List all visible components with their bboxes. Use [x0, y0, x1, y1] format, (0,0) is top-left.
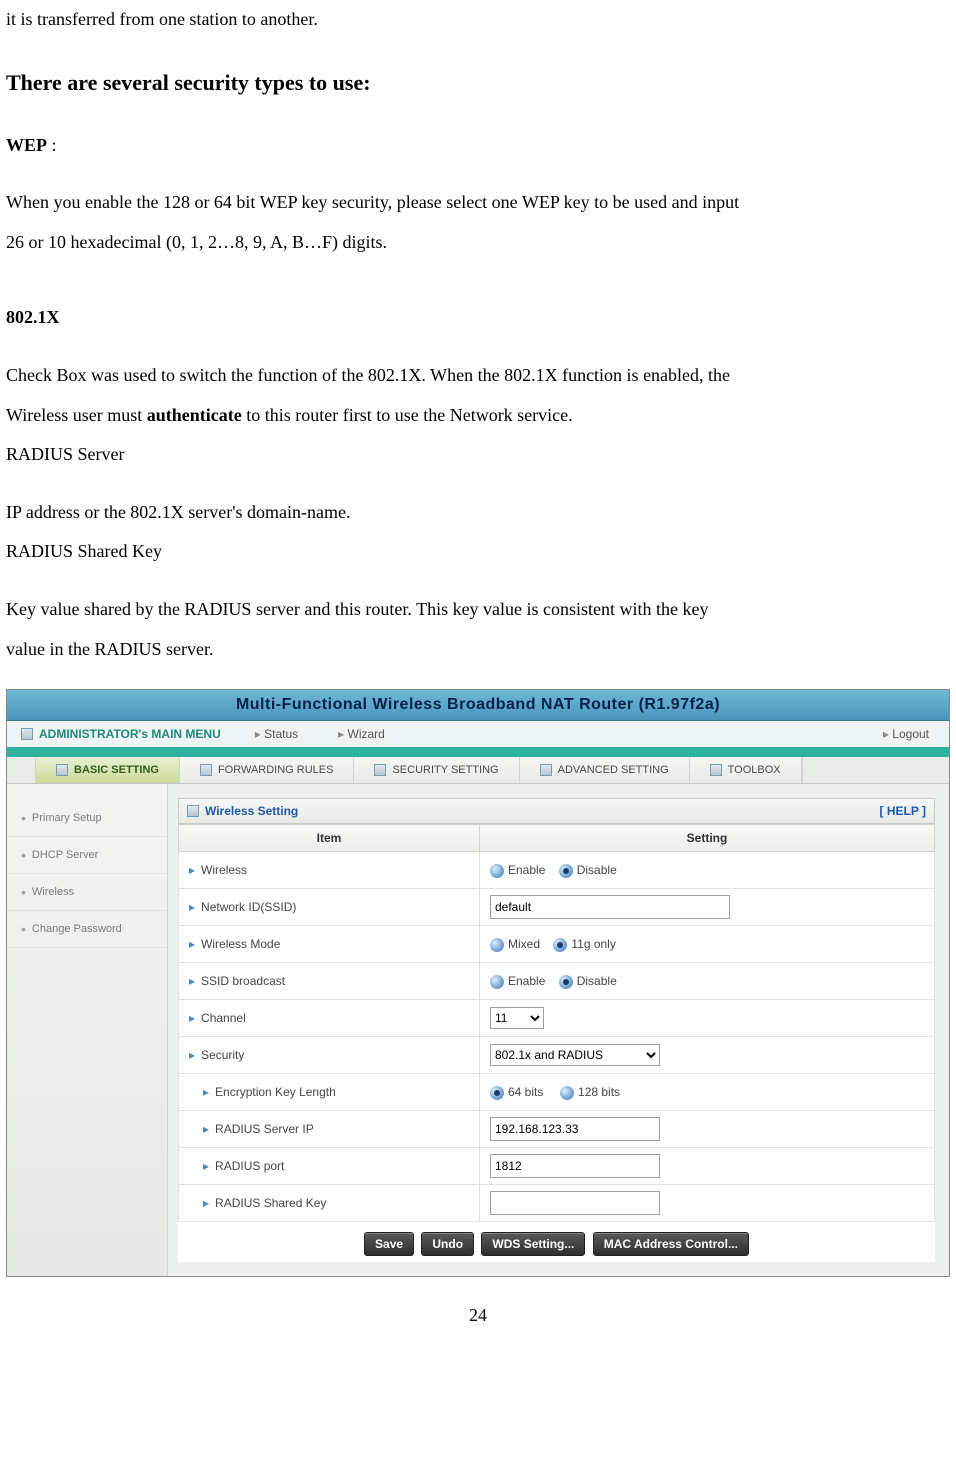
- 8021x-p1a: Check Box was used to switch the functio…: [0, 356, 956, 396]
- tab-basic-setting[interactable]: BASIC SETTING: [36, 757, 180, 783]
- row-security: Security: [201, 1048, 244, 1062]
- doc-line: it is transferred from one station to an…: [0, 0, 956, 40]
- wep-label-line: WEP :: [0, 126, 956, 166]
- p1b-bold: authenticate: [147, 405, 242, 425]
- logout-link[interactable]: ▸ Logout: [863, 727, 949, 741]
- tab-toolbox[interactable]: TOOLBOX: [690, 757, 802, 783]
- col-item: Item: [179, 825, 480, 852]
- square-icon: [200, 764, 212, 776]
- row-radius-ip: RADIUS Server IP: [215, 1122, 314, 1136]
- row-keylen: Encryption Key Length: [215, 1085, 336, 1099]
- button-row: Save Undo WDS Setting... MAC Address Con…: [179, 1222, 935, 1262]
- table-row: ▸Security 802.1x and RADIUS: [179, 1037, 935, 1074]
- square-icon: [21, 728, 33, 740]
- sidebar-item-primary-setup[interactable]: Primary Setup: [7, 800, 167, 837]
- save-button[interactable]: Save: [364, 1232, 414, 1256]
- 8021x-label: 802.1X: [0, 298, 956, 338]
- radius-ip-input[interactable]: [490, 1117, 660, 1141]
- colon: :: [47, 135, 57, 155]
- table-row: ▸Encryption Key Length 64 bits 128 bits: [179, 1074, 935, 1111]
- square-icon: [187, 805, 199, 817]
- shared-key-line: RADIUS Shared Key: [0, 532, 956, 572]
- ip-line: IP address or the 802.1X server's domain…: [0, 493, 956, 533]
- row-radius-port: RADIUS port: [215, 1159, 284, 1173]
- doc-heading: There are several security types to use:: [0, 70, 956, 96]
- row-channel: Channel: [201, 1011, 246, 1025]
- table-row: ▸Channel 11: [179, 1000, 935, 1037]
- router-body: Primary Setup DHCP Server Wireless Chang…: [7, 784, 949, 1276]
- col-setting: Setting: [480, 825, 935, 852]
- radio-bc-disable[interactable]: [559, 975, 573, 989]
- security-select[interactable]: 802.1x and RADIUS: [490, 1044, 660, 1066]
- page-number: 24: [0, 1305, 956, 1326]
- radio-128bits[interactable]: [560, 1086, 574, 1100]
- wds-setting-button[interactable]: WDS Setting...: [481, 1232, 585, 1256]
- radius-port-input[interactable]: [490, 1154, 660, 1178]
- row-ssid: Network ID(SSID): [201, 900, 296, 914]
- table-row: ▸Wireless Mode Mixed 11g only: [179, 926, 935, 963]
- router-menubar: ADMINISTRATOR's MAIN MENU ▸ Status ▸ Wiz…: [7, 721, 949, 749]
- table-row: ▸Wireless Enable Disable: [179, 852, 935, 889]
- row-wireless: Wireless: [201, 863, 247, 877]
- main-tabs: BASIC SETTING FORWARDING RULES SECURITY …: [7, 757, 949, 784]
- row-broadcast: SSID broadcast: [201, 974, 285, 988]
- sidebar: Primary Setup DHCP Server Wireless Chang…: [7, 784, 168, 1276]
- admin-menu-label: ADMINISTRATOR's MAIN MENU: [7, 727, 235, 741]
- square-icon: [710, 764, 722, 776]
- radius-server-line: RADIUS Server: [0, 435, 956, 475]
- radio-mixed[interactable]: [490, 938, 504, 952]
- radio-bc-enable[interactable]: [490, 975, 504, 989]
- help-link[interactable]: [ HELP ]: [880, 804, 926, 818]
- ssid-input[interactable]: [490, 895, 730, 919]
- square-icon: [374, 764, 386, 776]
- router-title: Multi-Functional Wireless Broadband NAT …: [7, 690, 949, 721]
- wep-p1: When you enable the 128 or 64 bit WEP ke…: [0, 183, 956, 223]
- settings-table: Item Setting ▸Wireless Enable Disable ▸N…: [178, 824, 935, 1262]
- radius-key-input[interactable]: [490, 1191, 660, 1215]
- tab-forwarding-rules[interactable]: FORWARDING RULES: [180, 757, 355, 783]
- p1b-pre: Wireless user must: [6, 405, 147, 425]
- sidebar-item-change-password[interactable]: Change Password: [7, 911, 167, 948]
- key-value-line1: Key value shared by the RADIUS server an…: [0, 590, 956, 630]
- status-link[interactable]: ▸ Status: [235, 727, 318, 741]
- wep-label: WEP: [6, 135, 47, 155]
- p1b-post: to this router first to use the Network …: [242, 405, 573, 425]
- teal-strip: [7, 749, 949, 757]
- tab-advanced-setting[interactable]: ADVANCED SETTING: [520, 757, 690, 783]
- panel-header: Wireless Setting [ HELP ]: [178, 798, 935, 824]
- admin-text: ADMINISTRATOR's MAIN MENU: [39, 727, 221, 741]
- table-row: ▸RADIUS port: [179, 1148, 935, 1185]
- row-radius-key: RADIUS Shared Key: [215, 1196, 326, 1210]
- sidebar-item-dhcp-server[interactable]: DHCP Server: [7, 837, 167, 874]
- key-value-line2: value in the RADIUS server.: [0, 630, 956, 670]
- radio-enable[interactable]: [490, 864, 504, 878]
- channel-select[interactable]: 11: [490, 1007, 544, 1029]
- 8021x-p1b: Wireless user must authenticate to this …: [0, 396, 956, 436]
- square-icon: [540, 764, 552, 776]
- router-screenshot: Multi-Functional Wireless Broadband NAT …: [6, 689, 950, 1277]
- square-icon: [56, 764, 68, 776]
- radio-64bits[interactable]: [490, 1086, 504, 1100]
- radio-11g[interactable]: [553, 938, 567, 952]
- panel-title: Wireless Setting: [205, 804, 298, 818]
- content-area: Wireless Setting [ HELP ] Item Setting ▸…: [168, 784, 949, 1276]
- wep-p2: 26 or 10 hexadecimal (0, 1, 2…8, 9, A, B…: [0, 223, 956, 263]
- table-row: ▸SSID broadcast Enable Disable: [179, 963, 935, 1000]
- undo-button[interactable]: Undo: [421, 1232, 474, 1256]
- table-row: ▸Network ID(SSID): [179, 889, 935, 926]
- wizard-link[interactable]: ▸ Wizard: [318, 727, 405, 741]
- table-row: ▸RADIUS Server IP: [179, 1111, 935, 1148]
- tab-security-setting[interactable]: SECURITY SETTING: [354, 757, 519, 783]
- mac-control-button[interactable]: MAC Address Control...: [593, 1232, 749, 1256]
- row-mode: Wireless Mode: [201, 937, 280, 951]
- radio-disable[interactable]: [559, 864, 573, 878]
- table-row: ▸RADIUS Shared Key: [179, 1185, 935, 1222]
- sidebar-item-wireless[interactable]: Wireless: [7, 874, 167, 911]
